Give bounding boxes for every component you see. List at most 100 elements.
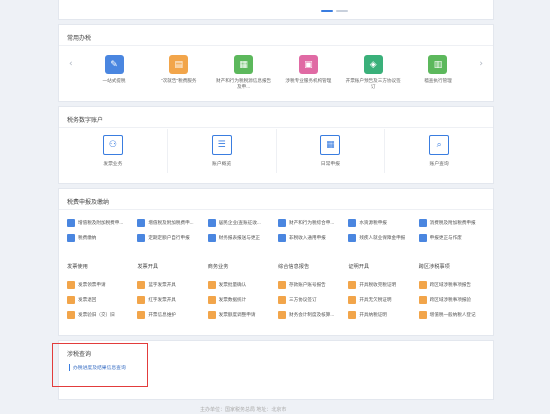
business-link[interactable]: 发票额度调整申请 xyxy=(207,307,274,322)
frequent-card: 常用办税 ‹ › ✎ 一站式提税 ▤ "次就告"税费服务 ▦ 财产和行为税税源信… xyxy=(58,24,494,102)
category-header: 跨区涉税事项 xyxy=(418,264,450,270)
carousel-dot-active[interactable] xyxy=(321,10,333,12)
business-icon xyxy=(207,295,216,304)
business-icon xyxy=(67,295,75,304)
declare-link[interactable]: 消费税及附加税费申报 xyxy=(418,215,485,230)
footer-text: 主办单位：国家税务总局 地址：北京市 xyxy=(200,407,287,413)
carousel-dot[interactable] xyxy=(336,10,348,12)
account-label: 账户概览 xyxy=(212,162,232,167)
link-label: 申报更正与作废 xyxy=(429,234,462,240)
highlight-box xyxy=(52,343,148,387)
link-label: 开票信息维护 xyxy=(148,311,176,317)
service-item[interactable]: ◈ 开票账户预告及三方协议签订 xyxy=(344,55,402,90)
form-icon: ▤ xyxy=(169,55,189,74)
service-item[interactable]: ▥ 稽查执行管理 xyxy=(409,55,467,90)
report-icon: ▥ xyxy=(428,55,448,74)
document-icon: ▦ xyxy=(234,55,254,74)
service-item[interactable]: ▣ 涉税专业服务机构管理 xyxy=(279,55,337,90)
link-label: 发票数据统计 xyxy=(218,296,247,302)
declare-link[interactable]: 水资源税申报 xyxy=(348,215,414,230)
business-icon xyxy=(207,310,216,319)
declare-grid: 增值税及附加税费申... 增值税及附加税费申... 居民企业(查账征收... 财… xyxy=(67,215,485,245)
business-link[interactable]: 三方协议签订 xyxy=(278,292,344,307)
tax-icon xyxy=(348,233,357,242)
business-icon xyxy=(348,310,357,319)
tax-icon xyxy=(137,218,146,227)
business-link[interactable]: 存款账户账号报告 xyxy=(278,277,344,292)
business-link[interactable]: 跨区域涉税事项报告 xyxy=(418,277,485,292)
declare-link[interactable]: 财产和行为税综合申... xyxy=(278,215,344,230)
divider xyxy=(59,127,493,128)
declare-link[interactable]: 定期定额户自行申报 xyxy=(137,230,203,245)
service-label: 财产和行为税税源信息报告及申... xyxy=(216,78,272,89)
declare-link[interactable]: 增值税及附加税费申... xyxy=(137,215,203,230)
section-title: 常用办税 xyxy=(67,36,92,42)
account-list: ⚇ 发票业务 ☰ 账户概览 ▦ 日常申报 ⌕ 账户查询 xyxy=(59,129,493,173)
tax-icon xyxy=(137,233,146,242)
business-link[interactable]: 开票信息维护 xyxy=(137,307,203,322)
link-label: 定期定额户自行申报 xyxy=(148,234,190,240)
link-label: 发票批量确认 xyxy=(218,281,247,287)
tax-icon xyxy=(67,218,75,227)
link-label: 财产和行为税综合申... xyxy=(289,219,335,225)
declare-link[interactable]: 申报更正与作废 xyxy=(418,230,485,245)
category-header: 发票开具 xyxy=(137,264,159,270)
divider xyxy=(59,209,493,210)
calendar-icon: ▦ xyxy=(320,135,341,155)
business-icon xyxy=(278,310,286,319)
account-item[interactable]: ⚇ 发票业务 xyxy=(59,129,168,173)
business-link[interactable]: 红字发票开具 xyxy=(137,292,203,307)
service-label: 稽查执行管理 xyxy=(424,78,452,83)
business-link[interactable]: 发票数据统计 xyxy=(207,292,274,307)
link-label: 增值税一般纳税人登记 xyxy=(429,311,476,317)
declare-link[interactable]: 财务报表报送与更正 xyxy=(207,230,274,245)
business-link[interactable]: 发票批量确认 xyxy=(207,277,274,292)
tax-icon xyxy=(418,233,427,242)
service-item[interactable]: ▤ "次就告"税费服务 xyxy=(150,55,208,90)
account-label: 账户查询 xyxy=(429,162,449,167)
link-label: 残疾人就业保障金申报 xyxy=(359,234,406,240)
business-link[interactable]: 开具无欠税证明 xyxy=(348,292,414,307)
business-icon xyxy=(137,280,146,289)
account-card: 税务数字账户 ⚇ 发票业务 ☰ 账户概览 ▦ 日常申报 ⌕ 账户查询 xyxy=(58,106,494,184)
account-item[interactable]: ⌕ 账户查询 xyxy=(385,129,493,173)
business-link[interactable]: 蓝字发票开具 xyxy=(137,277,203,292)
business-icon xyxy=(348,280,357,289)
link-label: 跨区域涉税事项报告 xyxy=(429,281,472,287)
account-label: 日常申报 xyxy=(320,162,340,167)
business-link[interactable]: 发票验旧（交）旧 xyxy=(67,307,133,322)
link-label: 开具无欠税证明 xyxy=(359,296,392,302)
account-item[interactable]: ▦ 日常申报 xyxy=(277,129,386,173)
chevron-right-icon[interactable]: › xyxy=(479,59,483,69)
declare-link[interactable]: 非税收入通用申报 xyxy=(278,230,344,245)
service-item[interactable]: ✎ 一站式提税 xyxy=(85,55,143,90)
tax-icon xyxy=(278,218,286,227)
business-link[interactable]: 增值税一般纳税人登记 xyxy=(418,307,485,322)
declare-link[interactable]: 居民企业(查账征收... xyxy=(207,215,274,230)
business-icon xyxy=(418,280,427,289)
bag-icon: ▣ xyxy=(298,55,318,74)
business-link[interactable]: 发票退回 xyxy=(67,292,133,307)
business-link[interactable]: 发票领票申请 xyxy=(67,277,133,292)
declare-card: 税费申报及缴纳 增值税及附加税费申... 增值税及附加税费申... 居民企业(查… xyxy=(58,188,494,336)
category-header: 商务业务 xyxy=(207,264,229,270)
business-link[interactable]: 开具纳税证明 xyxy=(348,307,414,322)
declare-link[interactable]: 增值税及附加税费申... xyxy=(67,215,133,230)
business-link[interactable]: 开具税收完税证明 xyxy=(348,277,414,292)
link-label: 发票额度调整申请 xyxy=(218,311,256,317)
business-link[interactable]: 财务会计制度及核算... xyxy=(278,307,344,322)
link-label: 开具纳税证明 xyxy=(359,311,387,317)
link-label: 发票退回 xyxy=(78,296,97,302)
category-headers: 发票使用 发票开具 商务业务 综合信息报告 证明开具 跨区涉税事项 xyxy=(67,263,485,270)
business-icon xyxy=(418,310,427,319)
business-icon xyxy=(348,295,357,304)
service-item[interactable]: ▦ 财产和行为税税源信息报告及申... xyxy=(215,55,273,90)
service-label: 一站式提税 xyxy=(102,78,126,83)
business-link[interactable]: 跨区域涉税事项报验 xyxy=(418,292,485,307)
section-title: 税务数字账户 xyxy=(67,118,104,124)
declare-link[interactable]: 残疾人就业保障金申报 xyxy=(348,230,414,245)
carousel-dots[interactable] xyxy=(321,10,348,12)
account-item[interactable]: ☰ 账户概览 xyxy=(168,129,277,173)
chevron-left-icon[interactable]: ‹ xyxy=(69,59,73,69)
declare-link[interactable]: 税费缴纳 xyxy=(67,230,133,245)
